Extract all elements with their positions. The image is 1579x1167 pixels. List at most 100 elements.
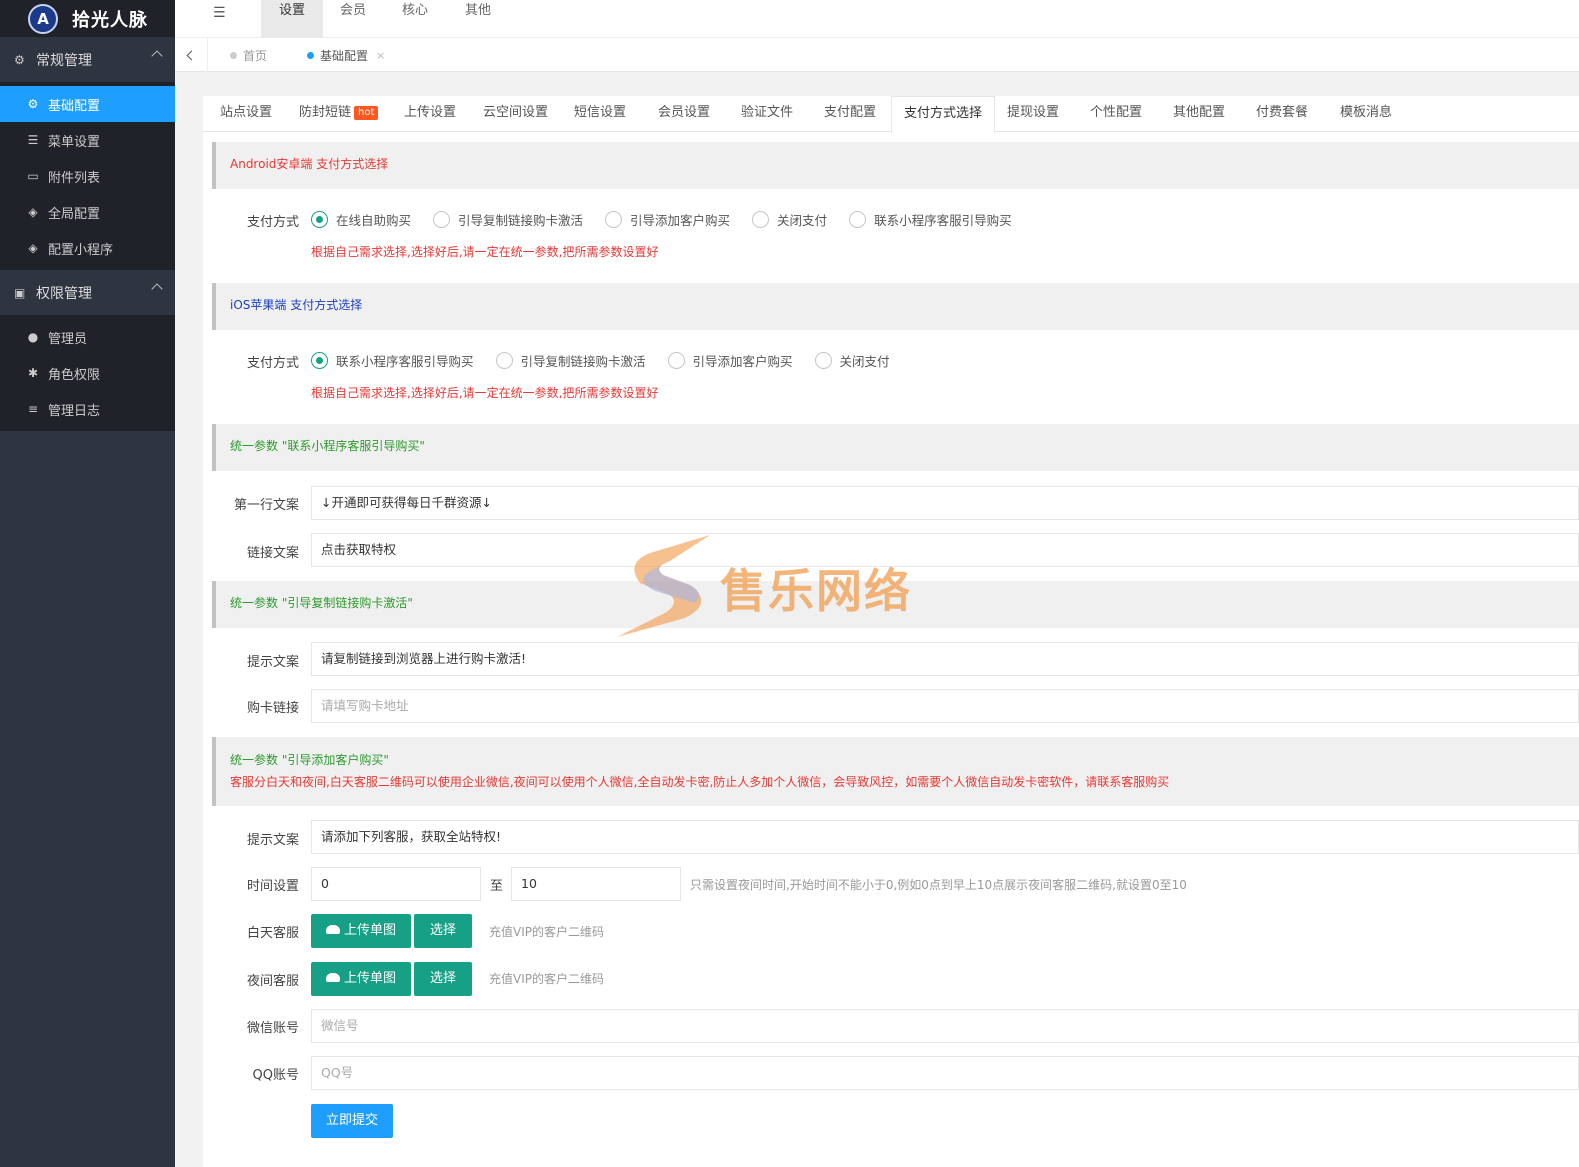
qq-input[interactable]: QQ号 — [311, 1056, 1579, 1090]
list-icon: ≡ — [27, 402, 39, 416]
sidebar-item-label: 附件列表 — [48, 170, 101, 186]
sidebar-group-permissions-items: ● 管理员 ✱ 角色权限 ≡ 管理日志 — [0, 315, 175, 431]
page-tab-basic-config[interactable]: 基础配置 × — [307, 38, 385, 72]
copy-tip-input[interactable]: 请复制链接到浏览器上进行购卡激活! — [311, 642, 1579, 676]
radio-circle — [311, 352, 328, 369]
sidebar-item-label: 管理日志 — [48, 403, 101, 419]
sidebar-group-label: 权限管理 — [36, 285, 92, 302]
sidebar-item-label: 配置小程序 — [48, 242, 114, 258]
sidebar-item-miniapp-config[interactable]: ◈ 配置小程序 — [0, 230, 175, 266]
button-label: 上传单图 — [343, 923, 396, 938]
android-hint: 根据自己需求选择,选择好后,请一定在统一参数,把所需参数设置好 — [311, 245, 659, 259]
top-tab-core[interactable]: 核心 — [399, 0, 431, 38]
radio-android-miniapp[interactable]: 联系小程序客服引导购买 — [849, 210, 1012, 229]
radio-android-copy-link[interactable]: 引导复制链接购卡激活 — [433, 210, 583, 229]
tab-sms-settings[interactable]: 短信设置 — [574, 96, 626, 132]
menu-icon: ☰ — [27, 133, 39, 147]
tab-paid-plans[interactable]: 付费套餐 — [1256, 96, 1308, 132]
top-tab-members[interactable]: 会员 — [337, 0, 369, 38]
tab-payment-config[interactable]: 支付配置 — [824, 96, 876, 132]
radio-circle — [311, 211, 328, 228]
radio-label: 关闭支付 — [839, 354, 890, 369]
sidebar-item-logs[interactable]: ≡ 管理日志 — [0, 391, 175, 427]
radio-label: 引导复制链接购卡激活 — [520, 354, 646, 369]
sidebar-item-label: 基础配置 — [48, 98, 101, 114]
top-tab-settings[interactable]: 设置 — [261, 0, 323, 38]
android-pay-method-radios: 在线自助购买 引导复制链接购卡激活 引导添加客户购买 关闭支付 联系小程序客服引… — [311, 210, 1034, 229]
sidebar-item-attachments[interactable]: ▭ 附件列表 — [0, 158, 175, 194]
time-note: 只需设置夜间时间,开始时间不能小于0,例如0点到早上10点展示夜间客服二维码,就… — [690, 878, 1187, 892]
tab-template-messages[interactable]: 模板消息 — [1340, 96, 1392, 132]
copy-tip-label: 提示文案 — [246, 655, 299, 670]
android-section-header: Android安卓端 支付方式选择 — [212, 142, 1579, 189]
radio-label: 引导添加客户购买 — [630, 213, 731, 228]
tab-payment-method[interactable]: 支付方式选择 — [891, 96, 996, 133]
brand-logo[interactable]: A 拾光人脉 — [0, 0, 175, 37]
tab-cloud-storage[interactable]: 云空间设置 — [483, 96, 548, 132]
ios-pay-method-label: 支付方式 — [246, 356, 299, 371]
tab-verify-file[interactable]: 验证文件 — [741, 96, 793, 132]
night-qr-note: 充值VIP的客户二维码 — [489, 972, 604, 986]
tab-other-config[interactable]: 其他配置 — [1173, 96, 1225, 132]
customer-tip-input[interactable]: 请添加下列客服，获取全站特权! — [311, 820, 1579, 854]
tab-personal-config[interactable]: 个性配置 — [1090, 96, 1142, 132]
card-link-input[interactable]: 请填写购卡地址 — [311, 689, 1579, 723]
time-from-input[interactable]: 0 — [311, 867, 481, 901]
radio-android-close[interactable]: 关闭支付 — [752, 210, 827, 229]
day-qr-note: 充值VIP的客户二维码 — [489, 925, 604, 939]
radio-circle — [849, 211, 867, 228]
gear-icon: ⚙ — [27, 97, 39, 111]
tab-anti-block-link[interactable]: 防封短链 hot — [299, 96, 379, 132]
button-label: 上传单图 — [343, 971, 396, 986]
page-tab-home[interactable]: 首页 — [230, 38, 267, 72]
night-upload-button[interactable]: 上传单图 — [311, 962, 411, 996]
tab-dot — [230, 51, 237, 59]
tab-member-settings[interactable]: 会员设置 — [658, 96, 710, 132]
watermark: 售乐网络 — [615, 533, 955, 643]
submit-button[interactable]: 立即提交 — [311, 1104, 393, 1138]
android-pay-method-label: 支付方式 — [246, 215, 299, 230]
sidebar-item-global-config[interactable]: ◈ 全局配置 — [0, 194, 175, 230]
radio-ios-close[interactable]: 关闭支付 — [814, 351, 890, 370]
wechat-input[interactable]: 微信号 — [311, 1009, 1579, 1043]
sidebar-item-admins[interactable]: ● 管理员 — [0, 319, 175, 355]
hot-badge: hot — [354, 106, 379, 120]
radio-ios-miniapp[interactable]: 联系小程序客服引导购买 — [311, 351, 474, 370]
customer-tip-label: 提示文案 — [246, 833, 299, 848]
sidebar: A 拾光人脉 ⚙ 常规管理 ⚙ 基础配置 ☰ 菜单设置 ▭ 附件列表 ◈ 全局配… — [0, 0, 175, 1167]
night-service-label: 夜间客服 — [246, 974, 299, 989]
time-setting-label: 时间设置 — [246, 879, 299, 894]
wechat-label: 微信账号 — [246, 1021, 299, 1036]
radio-circle — [667, 352, 685, 369]
bug-icon: ✱ — [27, 366, 39, 380]
night-choose-button[interactable]: 选择 — [414, 962, 472, 996]
sidebar-item-basic-config[interactable]: ⚙ 基础配置 — [0, 86, 175, 122]
sidebar-group-label: 常规管理 — [36, 52, 92, 69]
top-tab-other[interactable]: 其他 — [462, 0, 494, 38]
time-to-input[interactable]: 10 — [511, 867, 681, 901]
sidebar-item-roles[interactable]: ✱ 角色权限 — [0, 355, 175, 391]
sidebar-group-general[interactable]: ⚙ 常规管理 — [0, 37, 175, 82]
config-tabs: 站点设置 防封短链 hot 上传设置 云空间设置 短信设置 会员设置 验证文件 支… — [203, 96, 1579, 133]
top-bar: ☰ 设置 会员 核心 其他 — [175, 0, 1579, 38]
sidebar-item-label: 菜单设置 — [48, 134, 101, 150]
folder-icon: ▭ — [27, 169, 39, 183]
day-choose-button[interactable]: 选择 — [414, 914, 472, 948]
tab-upload-settings[interactable]: 上传设置 — [404, 96, 456, 132]
radio-ios-add-customer[interactable]: 引导添加客户购买 — [667, 351, 793, 370]
first-line-input[interactable]: ↓开通即可获得每日千群资源↓ — [311, 486, 1579, 520]
close-icon[interactable]: × — [376, 49, 385, 62]
sidebar-item-menu-settings[interactable]: ☰ 菜单设置 — [0, 122, 175, 158]
day-upload-button[interactable]: 上传单图 — [311, 914, 411, 948]
tab-site-settings[interactable]: 站点设置 — [220, 96, 272, 132]
menu-toggle-icon[interactable]: ☰ — [213, 5, 227, 21]
qq-label: QQ账号 — [252, 1068, 299, 1083]
radio-android-online[interactable]: 在线自助购买 — [311, 210, 411, 229]
section-title: iOS苹果端 支付方式选择 — [230, 298, 363, 312]
radio-android-add-customer[interactable]: 引导添加客户购买 — [605, 210, 730, 229]
sidebar-group-permissions[interactable]: ▣ 权限管理 — [0, 270, 175, 315]
radio-ios-copy-link[interactable]: 引导复制链接购卡激活 — [495, 351, 646, 370]
tab-withdraw-settings[interactable]: 提现设置 — [1007, 96, 1059, 132]
tab-scroll-left-button[interactable] — [175, 38, 208, 72]
cloud-upload-icon — [325, 973, 340, 982]
